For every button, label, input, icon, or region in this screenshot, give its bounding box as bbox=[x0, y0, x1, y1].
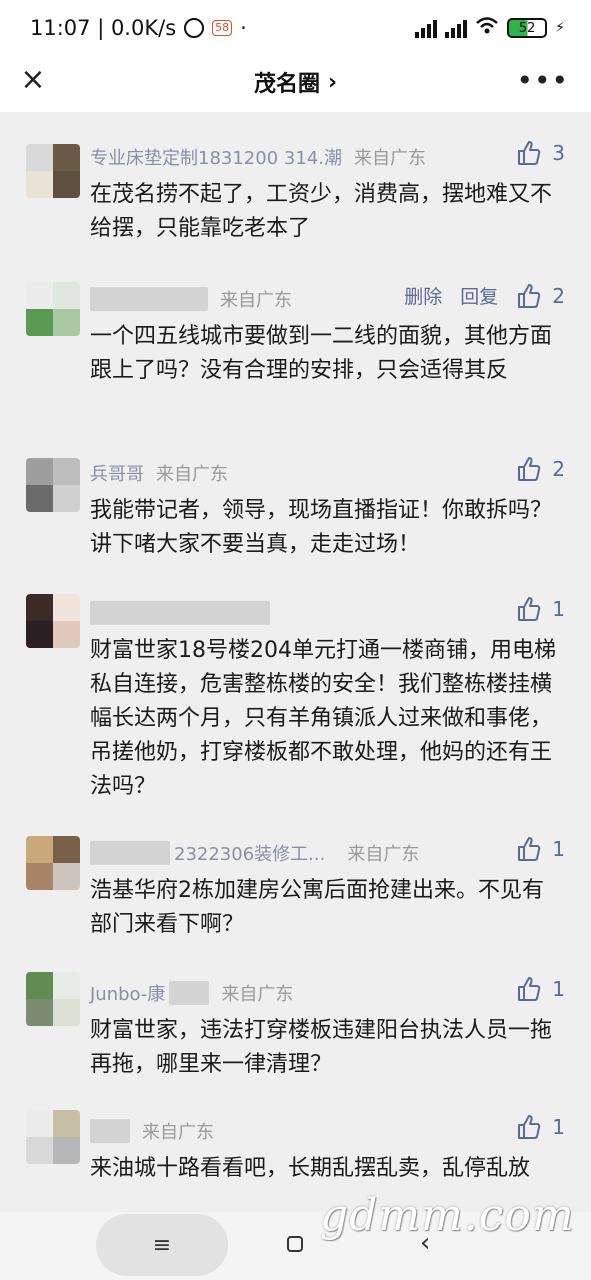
comment-text: 财富世家18号楼204单元打通一楼商铺，用电梯私自连接，危害整栋楼的安全！我们整… bbox=[90, 638, 556, 799]
menu-icon: ≡ bbox=[152, 1232, 172, 1258]
like-count: 2 bbox=[552, 283, 565, 308]
like-button[interactable]: 1 bbox=[516, 976, 565, 1002]
status-bar: 11:07 | 0.0K/s 58 · 52 ⚡ bbox=[0, 0, 591, 56]
thumbs-up-icon bbox=[518, 837, 541, 861]
like-count: 1 bbox=[552, 837, 565, 861]
like-count: 2 bbox=[552, 457, 565, 481]
comment-actions: 2 bbox=[516, 456, 565, 482]
like-count: 3 bbox=[552, 141, 565, 165]
comment-actions: 1 bbox=[516, 836, 565, 862]
avatar[interactable] bbox=[26, 1110, 80, 1164]
avatar[interactable] bbox=[26, 282, 80, 336]
thumbs-up-icon bbox=[518, 141, 541, 165]
blurred-name bbox=[90, 841, 170, 865]
comment-location: 来自广东 bbox=[156, 464, 228, 485]
charging-icon: ⚡ bbox=[555, 20, 565, 36]
avatar[interactable] bbox=[26, 594, 80, 648]
comment-meta: Junbo-康 来自广东 bbox=[90, 978, 293, 1008]
signal-icon-2 bbox=[445, 18, 468, 38]
signal-icon bbox=[415, 18, 438, 38]
commenter-name[interactable]: 专业床垫定制1831200 314.潮 bbox=[90, 144, 342, 170]
comment-location: 来自广东 bbox=[353, 148, 426, 169]
comment-text: 一个四五线城市要做到一二线的面貌，其他方面跟上了吗？没有合理的安排，只会适得其反 bbox=[90, 324, 553, 383]
avatar[interactable] bbox=[26, 836, 80, 890]
comment-meta: 来自广东 bbox=[90, 284, 292, 314]
blurred-name bbox=[90, 1119, 130, 1143]
like-button[interactable]: 3 bbox=[516, 140, 565, 166]
comment-actions: 3 bbox=[516, 140, 565, 166]
thumbs-up-icon bbox=[518, 977, 541, 1001]
blurred-name bbox=[90, 287, 208, 311]
like-button[interactable]: 2 bbox=[516, 456, 565, 482]
blurred-name bbox=[90, 601, 270, 625]
watermark: gdmm.com bbox=[320, 1190, 575, 1241]
like-button[interactable]: 2 bbox=[516, 283, 565, 309]
chevron-right-icon: › bbox=[327, 69, 338, 95]
close-icon[interactable]: × bbox=[18, 65, 48, 96]
more-options-icon[interactable]: ••• bbox=[516, 64, 569, 97]
thumbs-up-icon bbox=[518, 597, 541, 621]
status-time: 11:07 | 0.0K/s bbox=[30, 16, 177, 40]
app-badge-icon: 58 bbox=[212, 20, 233, 36]
thumbs-up-icon bbox=[518, 457, 541, 481]
comment-location: 来自广东 bbox=[221, 984, 294, 1005]
menu-button[interactable]: ≡ bbox=[96, 1214, 228, 1276]
commenter-name[interactable]: Junbo-康 bbox=[90, 980, 165, 1006]
avatar[interactable] bbox=[26, 144, 80, 198]
comment-meta: 专业床垫定制1831200 314.潮 来自广东 bbox=[90, 142, 426, 172]
comment-meta: 来自广东 bbox=[90, 1116, 214, 1146]
comment-location: 来自广东 bbox=[220, 290, 292, 311]
comment-location: 来自广东 bbox=[142, 1122, 214, 1143]
blurred-name bbox=[169, 981, 210, 1005]
comment-actions: 1 bbox=[516, 596, 565, 622]
commenter-name[interactable]: 兵哥哥 bbox=[90, 460, 144, 486]
comment-list[interactable]: 专业床垫定制1831200 314.潮 来自广东 3 在茂名捞不起了，工资少，消… bbox=[0, 112, 591, 1212]
comment-actions: 删除 回复 2 bbox=[404, 282, 565, 309]
avatar[interactable] bbox=[26, 972, 80, 1026]
comment-text: 浩基华府2栋加建房公寓后面抢建出来。不见有部门来看下啊？ bbox=[90, 878, 544, 937]
battery-icon: 52 bbox=[507, 18, 548, 38]
comment-text: 在茂名捞不起了，工资少，消费高，摆地难又不给摆，只能靠吃老本了 bbox=[90, 182, 553, 241]
commenter-name[interactable]: 2322306装修工... bbox=[174, 840, 325, 866]
comment-actions: 1 bbox=[516, 976, 565, 1002]
reply-button[interactable]: 回复 bbox=[460, 282, 498, 309]
comment-meta: 兵哥哥 来自广东 bbox=[90, 458, 228, 488]
comment-actions: 1 bbox=[516, 1114, 565, 1140]
comment-text: 财富世家，违法打穿楼板违建阳台执法人员一拖再拖，哪里来一律清理？ bbox=[90, 1018, 553, 1077]
wifi-icon bbox=[475, 16, 499, 40]
like-count: 1 bbox=[552, 977, 565, 1001]
dot-icon: · bbox=[240, 16, 247, 40]
like-button[interactable]: 1 bbox=[516, 1114, 565, 1140]
comment-text: 来油城十路看看吧，长期乱摆乱卖，乱停乱放 bbox=[90, 1156, 531, 1181]
thumbs-up-icon bbox=[518, 283, 541, 308]
comment-meta: 2322306装修工... 来自广东 bbox=[90, 838, 419, 868]
avatar[interactable] bbox=[26, 458, 80, 512]
delete-button[interactable]: 删除 bbox=[404, 282, 442, 309]
home-button[interactable] bbox=[287, 1236, 303, 1252]
page-title[interactable]: 茂名圈 › bbox=[254, 66, 337, 98]
comment-text: 我能带记者，领导，现场直播指证！你敢拆吗？讲下啫大家不要当真，走走过场！ bbox=[90, 498, 553, 557]
like-button[interactable]: 1 bbox=[516, 596, 565, 622]
thumbs-up-icon bbox=[518, 1115, 541, 1139]
page-title-text: 茂名圈 bbox=[253, 72, 320, 97]
comment-location: 来自广东 bbox=[347, 844, 420, 865]
like-count: 1 bbox=[552, 1115, 565, 1139]
alarm-icon bbox=[184, 18, 205, 38]
title-bar: × 茂名圈 › ••• bbox=[0, 56, 591, 108]
like-count: 1 bbox=[552, 597, 565, 621]
comment-meta bbox=[90, 598, 270, 628]
like-button[interactable]: 1 bbox=[516, 836, 565, 862]
